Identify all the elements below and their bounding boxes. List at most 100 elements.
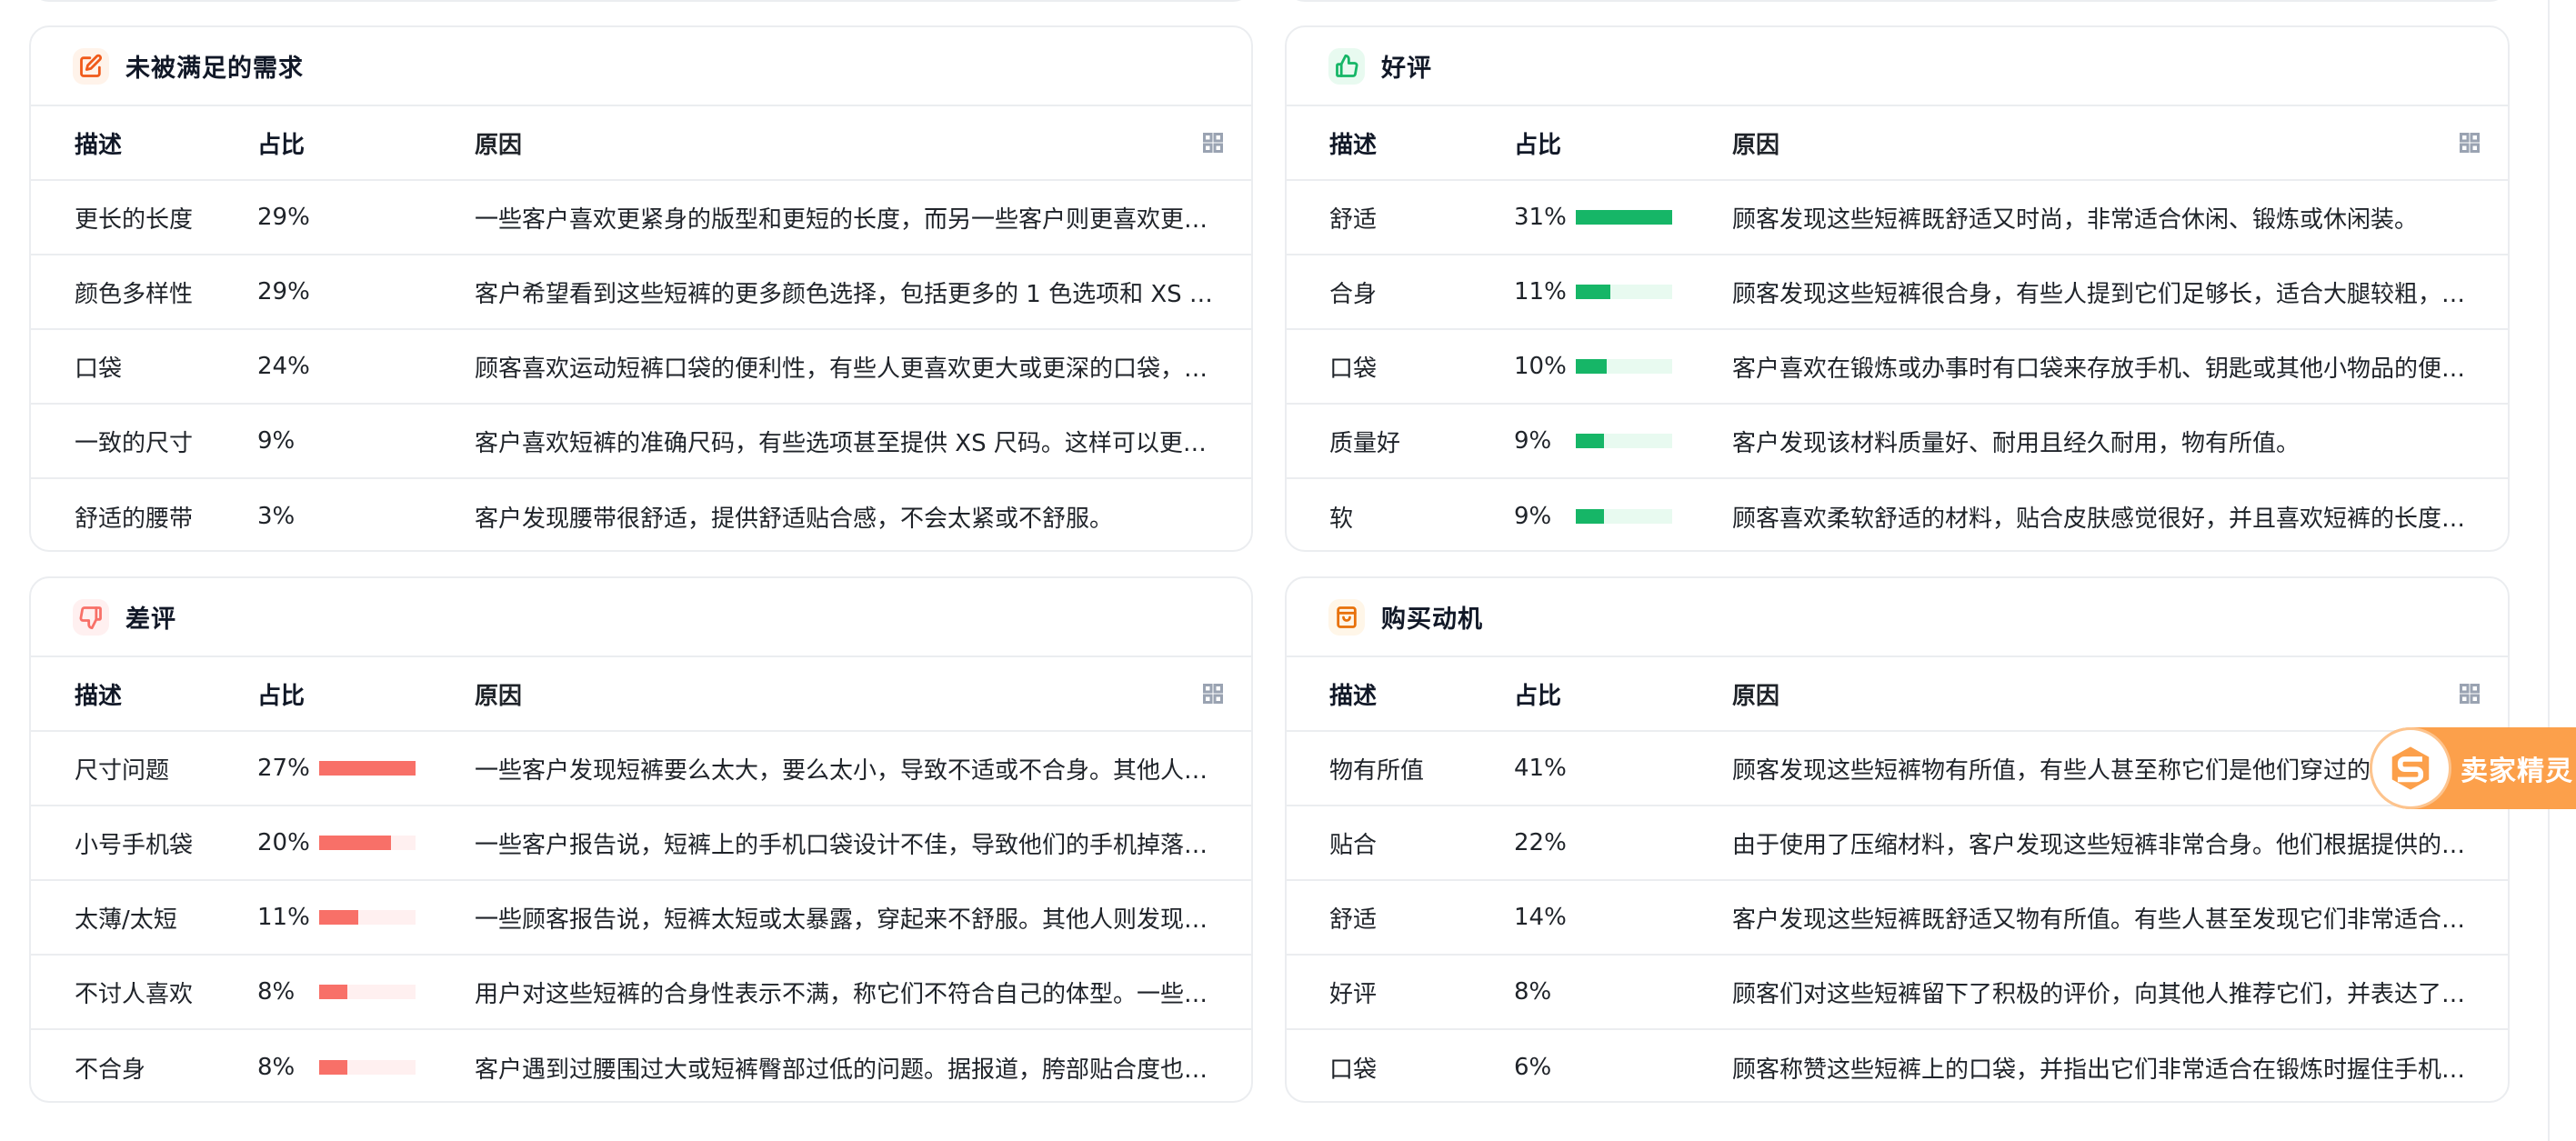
row-percentage: 20% [257, 829, 310, 856]
table-row[interactable]: 太薄/太短 11% 一些顾客报告说，短裤太短或太暴露，穿起来不舒服。其他人则发现短裤… [31, 881, 1251, 956]
row-percentage: 9% [1514, 427, 1552, 455]
panel-title: 差评 [125, 606, 176, 634]
row-percentage-cell: 8% [257, 978, 416, 1006]
row-description: 质量好 [1329, 429, 1401, 457]
column-header-pct: 占比 [1514, 677, 1561, 711]
row-description: 不合身 [75, 1056, 146, 1084]
row-description: 口袋 [75, 355, 123, 383]
column-header-pct: 占比 [257, 677, 305, 711]
row-reason: 一些顾客报告说，短裤太短或太暴露，穿起来不舒服。其他人则发现短裤面料太薄。 [475, 906, 1226, 934]
table-header-row: 描述 占比 原因 [31, 657, 1251, 732]
row-percentage-cell: 20% [257, 829, 416, 856]
table-row[interactable]: 口袋 24% 顾客喜欢运动短裤口袋的便利性，有些人更喜欢更大或更深的口袋，以便存放手… [31, 330, 1251, 405]
row-reason: 顾客称赞这些短裤上的口袋，并指出它们非常适合在锻炼时握住手机或钥匙。 [1732, 1056, 2482, 1084]
percentage-bar [1576, 509, 1672, 524]
column-header-reason: 原因 [475, 682, 523, 710]
column-header-desc: 描述 [75, 682, 123, 710]
table-row[interactable]: 软 9% 顾客喜欢柔软舒适的材料，贴合皮肤感觉很好，并且喜欢短裤的长度不会太短。 [1287, 479, 2508, 550]
panel-title: 好评 [1381, 55, 1432, 83]
table-row[interactable]: 合身 11% 顾客发现这些短裤很合身，有些人提到它们足够长，适合大腿较粗，而且弹性很… [1287, 255, 2508, 330]
panel-header: 差评 [31, 578, 1251, 657]
row-percentage-cell: 27% [257, 755, 416, 782]
row-reason: 一些客户报告说，短裤上的手机口袋设计不佳，导致他们的手机掉落或不方便取出。 [475, 831, 1226, 859]
row-description: 舒适 [1329, 906, 1378, 934]
scrollbar-track[interactable] [2548, 0, 2550, 1141]
table-row[interactable]: 尺寸问题 27% 一些客户发现短裤要么太大，要么太小，导致不适或不合身。其他人报告了… [31, 732, 1251, 806]
table-row[interactable]: 物有所值 41% 顾客发现这些短裤物有所值，有些人甚至称它们是他们穿过的最好的短裤。 [1287, 732, 2508, 806]
grid-view-icon[interactable] [2459, 132, 2481, 154]
percentage-bar-fill [319, 1060, 348, 1075]
percentage-bar [319, 910, 416, 925]
unmet-needs-panel: 未被满足的需求 描述 占比 原因 更长的长度 29% 一些客户喜欢更紧身的版型和更短的长度… [29, 25, 1253, 552]
row-percentage-cell: 29% [257, 204, 319, 231]
column-header-pct: 占比 [1514, 126, 1561, 160]
table-row[interactable]: 更长的长度 29% 一些客户喜欢更紧身的版型和更短的长度，而另一些客户则更喜欢更宽松… [31, 181, 1251, 255]
row-reason: 客户喜欢短裤的准确尺码，有些选项甚至提供 XS 尺码。这样可以更好地合身。 [475, 429, 1226, 457]
table-row[interactable]: 小号手机袋 20% 一些客户报告说，短裤上的手机口袋设计不佳，导致他们的手机掉落或不… [31, 806, 1251, 881]
row-reason: 一些客户发现短裤要么太大，要么太小，导致不适或不合身。其他人报告了尺码不一致的问… [475, 756, 1226, 785]
table-row[interactable]: 口袋 10% 客户喜欢在锻炼或办事时有口袋来存放手机、钥匙或其他小物品的便利。 [1287, 330, 2508, 405]
row-percentage: 8% [257, 978, 296, 1006]
table-row[interactable]: 质量好 9% 客户发现该材料质量好、耐用且经久耐用，物有所值。 [1287, 405, 2508, 479]
row-reason: 顾客发现这些短裤很合身，有些人提到它们足够长，适合大腿较粗，而且弹性很好。 [1732, 280, 2482, 308]
table-row[interactable]: 不讨人喜欢 8% 用户对这些短裤的合身性表示不满，称它们不符合自己的体型。一些顾客认… [31, 956, 1251, 1030]
positive-reviews-panel: 好评 描述 占比 原因舒适 31% 顾客发现这些短裤既舒适又时尚，非常适合休闲、锻炼或休… [1285, 25, 2510, 552]
table-row[interactable]: 口袋 6% 顾客称赞这些短裤上的口袋，并指出它们非常适合在锻炼时握住手机或钥匙。 [1287, 1030, 2508, 1101]
percentage-bar [319, 1060, 416, 1075]
column-header-reason: 原因 [1732, 682, 1780, 710]
row-description: 更长的长度 [75, 205, 194, 234]
row-reason: 顾客喜欢运动短裤口袋的便利性，有些人更喜欢更大或更深的口袋，以便存放手机。 [475, 355, 1226, 383]
row-description: 贴合 [1329, 831, 1378, 859]
row-percentage: 6% [1514, 1054, 1552, 1081]
previous-panel-right [1285, 0, 2510, 2]
row-description: 不讨人喜欢 [75, 980, 194, 1008]
row-percentage-cell: 22% [1514, 829, 1576, 856]
table-row[interactable]: 好评 8% 顾客们对这些短裤留下了积极的评价，向其他人推荐它们，并表达了他们的满意。 [1287, 956, 2508, 1030]
table-row[interactable]: 舒适的腰带 3% 客户发现腰带很舒适，提供舒适贴合感，不会太紧或不舒服。 [31, 479, 1251, 550]
grid-view-icon[interactable] [1202, 132, 1224, 154]
grid-view-icon[interactable] [2459, 683, 2481, 705]
row-percentage: 9% [1514, 503, 1552, 530]
table: 描述 占比 原因 物有所值 41% 顾客发现这些短裤物有所值，有些人甚至称它们是他们穿过的… [1287, 657, 2508, 1101]
row-description: 一致的尺寸 [75, 429, 194, 457]
percentage-bar [319, 761, 416, 776]
table: 描述 占比 原因舒适 31% 顾客发现这些短裤既舒适又时尚，非常适合休闲、锻炼或休闲装。… [1287, 106, 2508, 550]
edit-icon [73, 47, 109, 85]
row-description: 颜色多样性 [75, 280, 194, 308]
row-percentage: 22% [1514, 829, 1567, 856]
row-reason: 客户希望看到这些短裤的更多颜色选择，包括更多的 1 色选项和 XS 尺码。 [475, 280, 1226, 308]
row-percentage-cell: 14% [1514, 904, 1576, 931]
table-row[interactable]: 不合身 8% 客户遇到过腰围过大或短裤臀部过低的问题。据报道，胯部贴合度也很差。 [31, 1030, 1251, 1101]
row-percentage: 31% [1514, 204, 1567, 231]
table-row[interactable]: 舒适 14% 客户发现这些短裤既舒适又物有所值。有些人甚至发现它们非常适合剧烈运动。 [1287, 881, 2508, 956]
row-percentage: 29% [257, 278, 310, 305]
table-row[interactable]: 贴合 22% 由于使用了压缩材料，客户发现这些短裤非常合身。他们根据提供的尺码表选择… [1287, 806, 2508, 881]
table-row[interactable]: 舒适 31% 顾客发现这些短裤既舒适又时尚，非常适合休闲、锻炼或休闲装。 [1287, 181, 2508, 255]
row-percentage: 3% [257, 503, 296, 530]
row-percentage-cell: 41% [1514, 755, 1576, 782]
table-row[interactable]: 颜色多样性 29% 客户希望看到这些短裤的更多颜色选择，包括更多的 1 色选项和 X… [31, 255, 1251, 330]
column-header-desc: 描述 [1329, 131, 1378, 159]
row-percentage-cell: 31% [1514, 204, 1672, 231]
row-percentage: 24% [257, 353, 310, 380]
table-header-row: 描述 占比 原因 [1287, 657, 2508, 732]
percentage-bar-fill [319, 985, 348, 999]
row-percentage: 29% [257, 204, 310, 231]
panel-title: 购买动机 [1381, 606, 1483, 634]
percentage-bar [319, 985, 416, 999]
panel-title: 未被满足的需求 [125, 55, 304, 83]
row-percentage-cell: 24% [257, 353, 319, 380]
row-description: 舒适的腰带 [75, 505, 194, 533]
grid-view-icon[interactable] [1202, 683, 1224, 705]
table-header-row: 描述 占比 原因 [31, 106, 1251, 181]
row-description: 口袋 [1329, 355, 1378, 383]
row-reason: 客户发现该材料质量好、耐用且经久耐用，物有所值。 [1732, 429, 2300, 457]
row-percentage-cell: 8% [1514, 978, 1576, 1006]
seller-sprite-logo-icon [2370, 727, 2451, 809]
row-description: 软 [1329, 505, 1354, 533]
table-row[interactable]: 一致的尺寸 9% 客户喜欢短裤的准确尺码，有些选项甚至提供 XS 尺码。这样可以更好… [31, 405, 1251, 479]
seller-sprite-badge[interactable]: 卖家精灵 [2370, 727, 2576, 809]
row-reason: 由于使用了压缩材料，客户发现这些短裤非常合身。他们根据提供的尺码表选择尺码。 [1732, 831, 2482, 859]
column-header-reason: 原因 [1732, 131, 1780, 159]
column-header-pct: 占比 [257, 126, 305, 160]
